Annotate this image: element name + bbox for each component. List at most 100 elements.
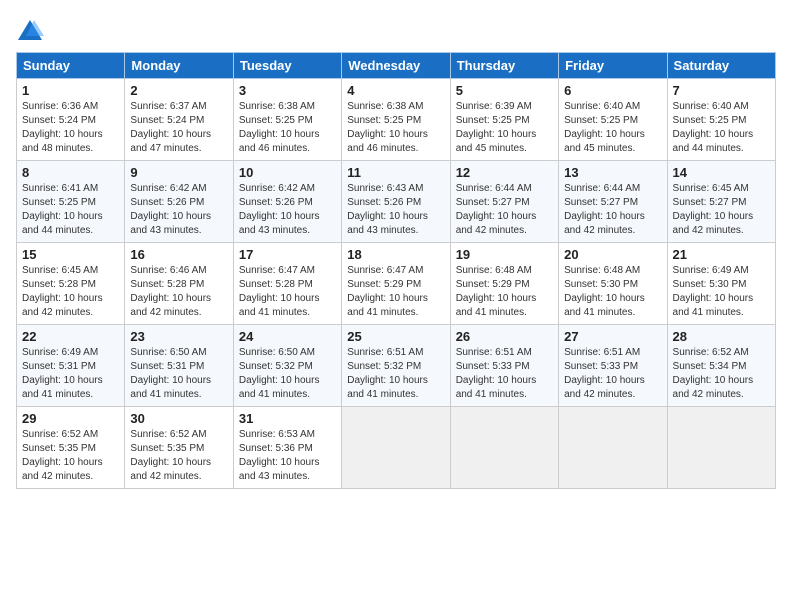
day-info: Sunrise: 6:38 AM Sunset: 5:25 PM Dayligh… — [239, 100, 336, 156]
day-info: Sunrise: 6:50 AM Sunset: 5:31 PM Dayligh… — [130, 346, 227, 402]
day-info: Sunrise: 6:51 AM Sunset: 5:32 PM Dayligh… — [347, 346, 444, 402]
calendar-cell — [450, 407, 558, 489]
calendar-cell: 7 Sunrise: 6:40 AM Sunset: 5:25 PM Daylig… — [667, 79, 775, 161]
calendar-cell: 31 Sunrise: 6:53 AM Sunset: 5:36 PM Dayli… — [233, 407, 341, 489]
calendar-header-row: SundayMondayTuesdayWednesdayThursdayFrid… — [17, 53, 776, 79]
calendar-cell: 28Sunrise: 6:52 AM Sunset: 5:34 PM Dayli… — [667, 325, 775, 407]
day-info: Sunrise: 6:52 AM Sunset: 5:34 PM Dayligh… — [673, 346, 770, 402]
day-info: Sunrise: 6:43 AM Sunset: 5:26 PM Dayligh… — [347, 182, 444, 238]
weekday-header: Sunday — [17, 53, 125, 79]
day-number: 15 — [22, 247, 119, 262]
calendar-cell: 21 Sunrise: 6:49 AM Sunset: 5:30 PM Dayli… — [667, 243, 775, 325]
calendar-cell: 27Sunrise: 6:51 AM Sunset: 5:33 PM Dayli… — [559, 325, 667, 407]
logo — [16, 16, 48, 44]
calendar-cell: 19 Sunrise: 6:48 AM Sunset: 5:29 PM Dayli… — [450, 243, 558, 325]
day-number: 16 — [130, 247, 227, 262]
calendar-week-row: 8 Sunrise: 6:41 AM Sunset: 5:25 PM Daylig… — [17, 161, 776, 243]
day-info: Sunrise: 6:52 AM Sunset: 5:35 PM Dayligh… — [22, 428, 119, 484]
calendar-cell: 13Sunrise: 6:44 AM Sunset: 5:27 PM Dayli… — [559, 161, 667, 243]
day-number: 20 — [564, 247, 661, 262]
day-number: 3 — [239, 83, 336, 98]
calendar-cell — [559, 407, 667, 489]
day-info: Sunrise: 6:49 AM Sunset: 5:31 PM Dayligh… — [22, 346, 119, 402]
day-info: Sunrise: 6:48 AM Sunset: 5:29 PM Dayligh… — [456, 264, 553, 320]
calendar-cell: 6Sunrise: 6:40 AM Sunset: 5:25 PM Daylig… — [559, 79, 667, 161]
day-number: 4 — [347, 83, 444, 98]
day-info: Sunrise: 6:52 AM Sunset: 5:35 PM Dayligh… — [130, 428, 227, 484]
day-number: 9 — [130, 165, 227, 180]
calendar-cell: 2Sunrise: 6:37 AM Sunset: 5:24 PM Daylig… — [125, 79, 233, 161]
calendar-cell: 4 Sunrise: 6:38 AM Sunset: 5:25 PM Daylig… — [342, 79, 450, 161]
day-info: Sunrise: 6:51 AM Sunset: 5:33 PM Dayligh… — [456, 346, 553, 402]
calendar-table: SundayMondayTuesdayWednesdayThursdayFrid… — [16, 52, 776, 489]
day-number: 23 — [130, 329, 227, 344]
day-info: Sunrise: 6:40 AM Sunset: 5:25 PM Dayligh… — [564, 100, 661, 156]
day-number: 14 — [673, 165, 770, 180]
day-number: 8 — [22, 165, 119, 180]
weekday-header: Monday — [125, 53, 233, 79]
day-info: Sunrise: 6:46 AM Sunset: 5:28 PM Dayligh… — [130, 264, 227, 320]
day-info: Sunrise: 6:48 AM Sunset: 5:30 PM Dayligh… — [564, 264, 661, 320]
day-number: 24 — [239, 329, 336, 344]
weekday-header: Tuesday — [233, 53, 341, 79]
day-number: 7 — [673, 83, 770, 98]
day-number: 11 — [347, 165, 444, 180]
day-number: 21 — [673, 247, 770, 262]
day-info: Sunrise: 6:45 AM Sunset: 5:27 PM Dayligh… — [673, 182, 770, 238]
calendar-cell: 22Sunrise: 6:49 AM Sunset: 5:31 PM Dayli… — [17, 325, 125, 407]
day-info: Sunrise: 6:41 AM Sunset: 5:25 PM Dayligh… — [22, 182, 119, 238]
logo-icon — [16, 16, 44, 44]
day-info: Sunrise: 6:45 AM Sunset: 5:28 PM Dayligh… — [22, 264, 119, 320]
day-info: Sunrise: 6:51 AM Sunset: 5:33 PM Dayligh… — [564, 346, 661, 402]
day-info: Sunrise: 6:44 AM Sunset: 5:27 PM Dayligh… — [456, 182, 553, 238]
calendar-cell: 12 Sunrise: 6:44 AM Sunset: 5:27 PM Dayli… — [450, 161, 558, 243]
day-info: Sunrise: 6:53 AM Sunset: 5:36 PM Dayligh… — [239, 428, 336, 484]
calendar-cell — [342, 407, 450, 489]
calendar-body: 1 Sunrise: 6:36 AM Sunset: 5:24 PM Daylig… — [17, 79, 776, 489]
calendar-cell: 23 Sunrise: 6:50 AM Sunset: 5:31 PM Dayli… — [125, 325, 233, 407]
day-info: Sunrise: 6:44 AM Sunset: 5:27 PM Dayligh… — [564, 182, 661, 238]
calendar-week-row: 1 Sunrise: 6:36 AM Sunset: 5:24 PM Daylig… — [17, 79, 776, 161]
day-number: 18 — [347, 247, 444, 262]
day-number: 31 — [239, 411, 336, 426]
calendar-cell: 29 Sunrise: 6:52 AM Sunset: 5:35 PM Dayli… — [17, 407, 125, 489]
calendar-cell: 3 Sunrise: 6:38 AM Sunset: 5:25 PM Daylig… — [233, 79, 341, 161]
calendar-cell: 18 Sunrise: 6:47 AM Sunset: 5:29 PM Dayli… — [342, 243, 450, 325]
day-number: 26 — [456, 329, 553, 344]
calendar-cell: 14 Sunrise: 6:45 AM Sunset: 5:27 PM Dayli… — [667, 161, 775, 243]
day-info: Sunrise: 6:36 AM Sunset: 5:24 PM Dayligh… — [22, 100, 119, 156]
day-info: Sunrise: 6:47 AM Sunset: 5:29 PM Dayligh… — [347, 264, 444, 320]
page-header — [16, 16, 776, 44]
calendar-cell: 9Sunrise: 6:42 AM Sunset: 5:26 PM Daylig… — [125, 161, 233, 243]
calendar-week-row: 29 Sunrise: 6:52 AM Sunset: 5:35 PM Dayli… — [17, 407, 776, 489]
calendar-cell: 1 Sunrise: 6:36 AM Sunset: 5:24 PM Daylig… — [17, 79, 125, 161]
calendar-cell: 8 Sunrise: 6:41 AM Sunset: 5:25 PM Daylig… — [17, 161, 125, 243]
calendar-cell: 16 Sunrise: 6:46 AM Sunset: 5:28 PM Dayli… — [125, 243, 233, 325]
day-number: 19 — [456, 247, 553, 262]
calendar-cell: 15 Sunrise: 6:45 AM Sunset: 5:28 PM Dayli… — [17, 243, 125, 325]
calendar-cell: 11 Sunrise: 6:43 AM Sunset: 5:26 PM Dayli… — [342, 161, 450, 243]
day-number: 12 — [456, 165, 553, 180]
day-number: 2 — [130, 83, 227, 98]
day-number: 25 — [347, 329, 444, 344]
calendar-cell: 24 Sunrise: 6:50 AM Sunset: 5:32 PM Dayli… — [233, 325, 341, 407]
weekday-header: Wednesday — [342, 53, 450, 79]
weekday-header: Friday — [559, 53, 667, 79]
calendar-cell: 10 Sunrise: 6:42 AM Sunset: 5:26 PM Dayli… — [233, 161, 341, 243]
day-info: Sunrise: 6:50 AM Sunset: 5:32 PM Dayligh… — [239, 346, 336, 402]
day-info: Sunrise: 6:42 AM Sunset: 5:26 PM Dayligh… — [239, 182, 336, 238]
calendar-cell: 26 Sunrise: 6:51 AM Sunset: 5:33 PM Dayli… — [450, 325, 558, 407]
day-info: Sunrise: 6:49 AM Sunset: 5:30 PM Dayligh… — [673, 264, 770, 320]
day-info: Sunrise: 6:40 AM Sunset: 5:25 PM Dayligh… — [673, 100, 770, 156]
calendar-cell: 25 Sunrise: 6:51 AM Sunset: 5:32 PM Dayli… — [342, 325, 450, 407]
day-number: 1 — [22, 83, 119, 98]
day-number: 10 — [239, 165, 336, 180]
calendar-week-row: 22Sunrise: 6:49 AM Sunset: 5:31 PM Dayli… — [17, 325, 776, 407]
calendar-cell: 20 Sunrise: 6:48 AM Sunset: 5:30 PM Dayli… — [559, 243, 667, 325]
day-number: 29 — [22, 411, 119, 426]
day-info: Sunrise: 6:38 AM Sunset: 5:25 PM Dayligh… — [347, 100, 444, 156]
weekday-header: Thursday — [450, 53, 558, 79]
weekday-header: Saturday — [667, 53, 775, 79]
day-info: Sunrise: 6:39 AM Sunset: 5:25 PM Dayligh… — [456, 100, 553, 156]
calendar-cell: 5Sunrise: 6:39 AM Sunset: 5:25 PM Daylig… — [450, 79, 558, 161]
